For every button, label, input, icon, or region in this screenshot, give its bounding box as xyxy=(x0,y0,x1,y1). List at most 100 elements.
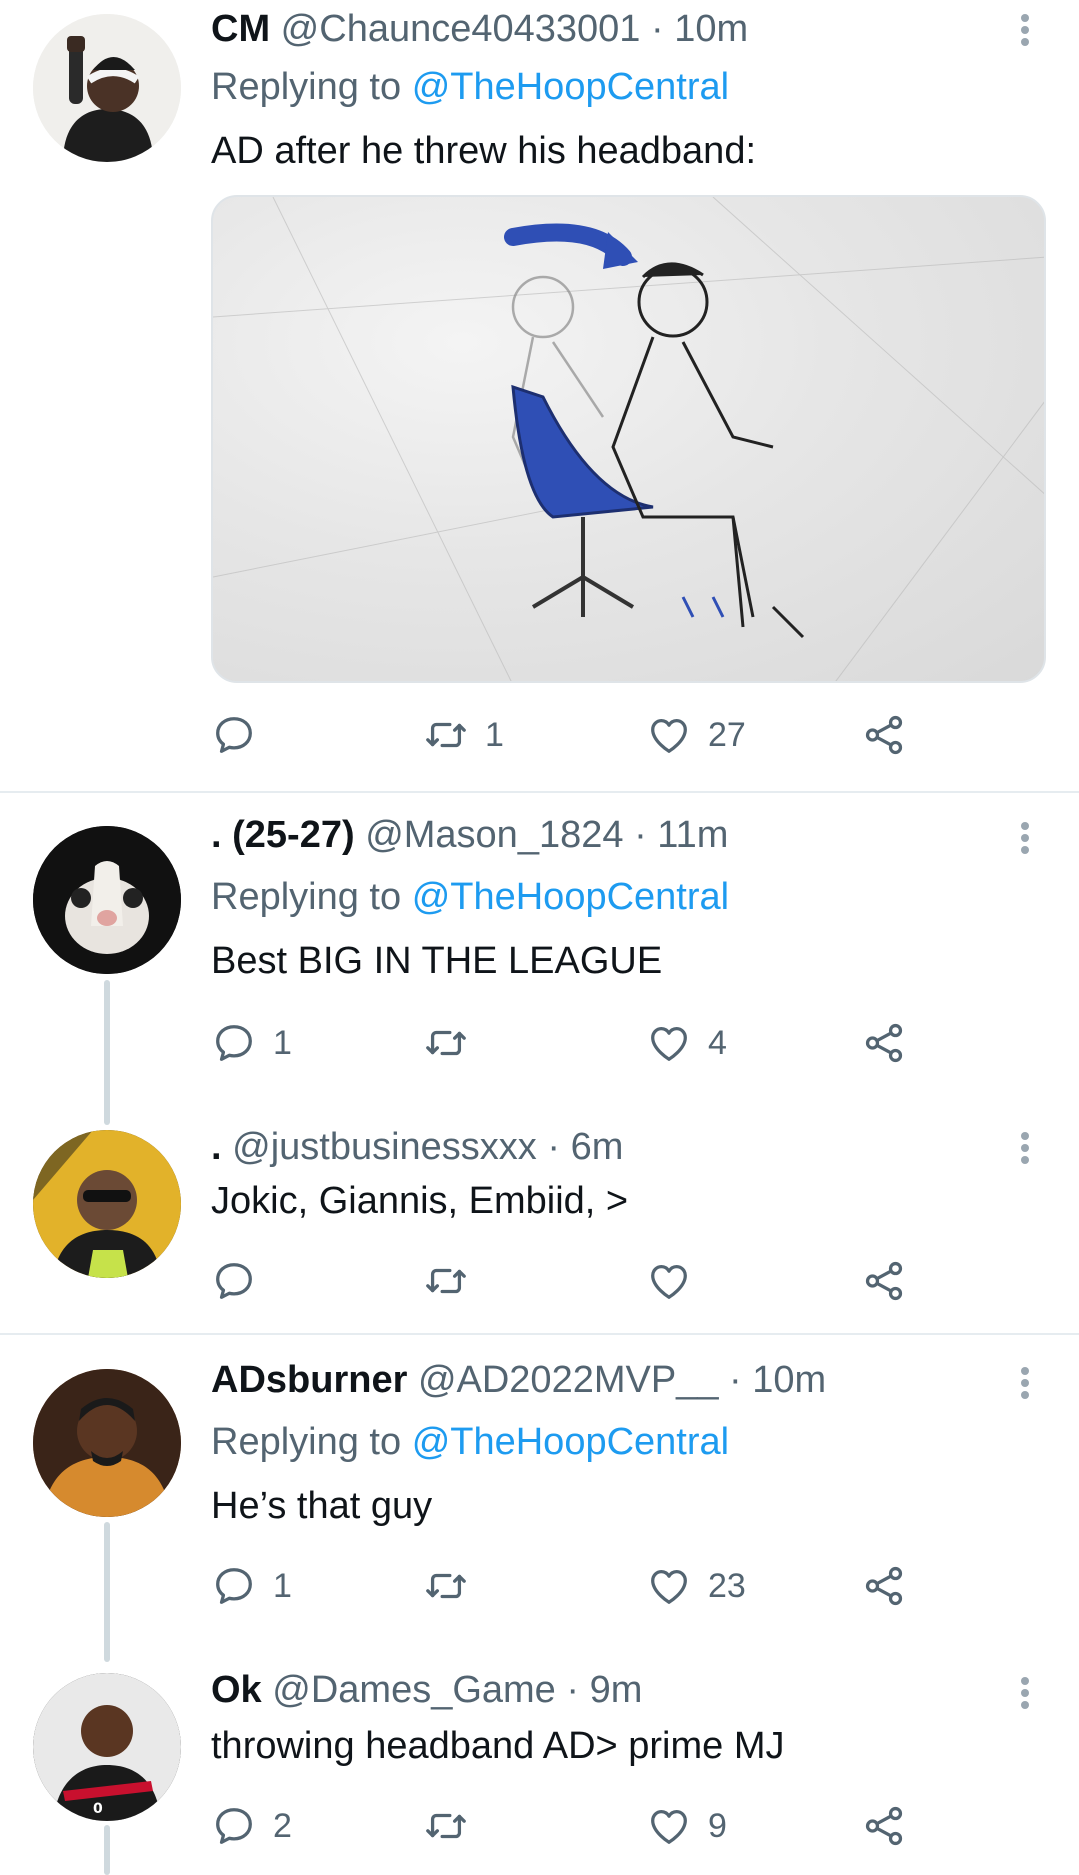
retweet-button[interactable] xyxy=(423,1256,485,1306)
like-icon xyxy=(646,1803,692,1849)
like-count: 4 xyxy=(708,1023,727,1062)
avatar[interactable] xyxy=(33,1369,181,1517)
share-icon xyxy=(861,1803,907,1849)
replying-handle[interactable]: @TheHoopCentral xyxy=(412,1421,729,1463)
retweet-button[interactable] xyxy=(423,1561,485,1611)
like-icon xyxy=(646,1258,692,1304)
reply-icon xyxy=(211,1258,257,1304)
replying-label: Replying to xyxy=(211,1421,402,1463)
reply-button[interactable]: 1 xyxy=(211,1018,292,1068)
separator: · xyxy=(566,1669,580,1711)
tweet-header: CM @Chaunce40433001 · 10m xyxy=(211,6,748,52)
like-count: 9 xyxy=(708,1806,727,1845)
replying-handle[interactable]: @TheHoopCentral xyxy=(412,66,729,108)
like-count: 27 xyxy=(708,715,746,754)
like-button[interactable]: 9 xyxy=(646,1801,727,1851)
reply-button[interactable]: 1 xyxy=(211,1561,292,1611)
more-icon[interactable] xyxy=(1010,10,1040,50)
reply-count: 1 xyxy=(273,1023,292,1062)
reply-icon xyxy=(211,1020,257,1066)
tweet-actions: 1 23 xyxy=(211,1561,931,1611)
timestamp[interactable]: 6m xyxy=(571,1126,624,1168)
like-icon xyxy=(646,1563,692,1609)
replying-label: Replying to xyxy=(211,66,402,108)
more-icon[interactable] xyxy=(1010,1128,1040,1168)
avatar[interactable] xyxy=(33,826,181,974)
reply-button[interactable]: 2 xyxy=(211,1801,292,1851)
like-count: 23 xyxy=(708,1566,746,1605)
tweet-justbusiness[interactable]: . @justbusinessxxx · 6m Jokic, Giannis, … xyxy=(0,1092,1079,1332)
timestamp[interactable]: 11m xyxy=(657,814,728,856)
user-handle[interactable]: @Dames_Game xyxy=(272,1669,556,1711)
display-name[interactable]: Ok xyxy=(211,1669,262,1711)
like-button[interactable] xyxy=(646,1256,708,1306)
reply-button[interactable] xyxy=(211,710,273,760)
retweet-icon xyxy=(423,1803,469,1849)
display-name[interactable]: . (25-27) xyxy=(211,814,355,856)
separator: · xyxy=(634,814,647,856)
user-handle[interactable]: @Chaunce40433001 xyxy=(281,8,641,50)
replying-label: Replying to xyxy=(211,876,402,918)
like-button[interactable]: 23 xyxy=(646,1561,746,1611)
timestamp[interactable]: 10m xyxy=(752,1359,826,1401)
tweet-header: Ok @Dames_Game · 9m xyxy=(211,1667,642,1713)
tweet-text: throwing headband AD> prime MJ xyxy=(211,1725,785,1767)
retweet-icon xyxy=(423,1020,469,1066)
retweet-button[interactable]: 1 xyxy=(423,710,504,760)
share-button[interactable] xyxy=(861,1018,907,1068)
tweet-actions xyxy=(211,1256,931,1306)
avatar[interactable] xyxy=(33,14,181,162)
retweet-count: 1 xyxy=(485,715,504,754)
like-button[interactable]: 27 xyxy=(646,710,746,760)
share-icon xyxy=(861,1020,907,1066)
display-name[interactable]: CM xyxy=(211,8,270,50)
more-icon[interactable] xyxy=(1010,1363,1040,1403)
separator: · xyxy=(729,1359,742,1401)
display-name[interactable]: ADsburner xyxy=(211,1359,407,1401)
replying-to: Replying to @TheHoopCentral xyxy=(211,874,729,920)
share-button[interactable] xyxy=(861,1561,907,1611)
tweet-mason[interactable]: . (25-27) @Mason_1824 · 11m Replying to … xyxy=(0,792,1079,1092)
tweet-text: Best BIG IN THE LEAGUE xyxy=(211,940,663,982)
reply-icon xyxy=(211,1803,257,1849)
user-handle[interactable]: @AD2022MVP__ xyxy=(418,1359,719,1401)
more-icon[interactable] xyxy=(1010,1673,1040,1713)
sketch-illustration xyxy=(213,197,1044,681)
share-button[interactable] xyxy=(861,1256,907,1306)
like-button[interactable]: 4 xyxy=(646,1018,727,1068)
retweet-icon xyxy=(423,1258,469,1304)
tweet-actions: 2 9 xyxy=(211,1801,931,1851)
share-icon xyxy=(861,1563,907,1609)
tweet-text: He’s that guy xyxy=(211,1485,433,1527)
avatar[interactable] xyxy=(33,1130,181,1278)
retweet-button[interactable] xyxy=(423,1801,485,1851)
reply-icon xyxy=(211,1563,257,1609)
tweet-text: Jokic, Giannis, Embiid, > xyxy=(211,1180,629,1222)
tweet-image[interactable] xyxy=(211,195,1046,683)
reply-count: 2 xyxy=(273,1806,292,1845)
separator: · xyxy=(651,8,664,50)
reply-count: 1 xyxy=(273,1566,292,1605)
share-button[interactable] xyxy=(861,710,907,760)
user-handle[interactable]: @justbusinessxxx xyxy=(232,1126,537,1168)
share-icon xyxy=(861,712,907,758)
user-handle[interactable]: @Mason_1824 xyxy=(365,814,623,856)
reply-button[interactable] xyxy=(211,1256,273,1306)
display-name[interactable]: . xyxy=(211,1126,222,1168)
tweet-cm[interactable]: CM @Chaunce40433001 · 10m Replying to @T… xyxy=(0,0,1079,790)
timestamp[interactable]: 9m xyxy=(590,1669,643,1711)
share-button[interactable] xyxy=(861,1801,907,1851)
tweet-header: . @justbusinessxxx · 6m xyxy=(211,1124,623,1170)
replying-to: Replying to @TheHoopCentral xyxy=(211,1419,729,1465)
retweet-icon xyxy=(423,712,469,758)
tweet-text: AD after he threw his headband: xyxy=(211,130,757,172)
more-icon[interactable] xyxy=(1010,818,1040,858)
retweet-button[interactable] xyxy=(423,1018,485,1068)
avatar[interactable]: 0 xyxy=(33,1673,181,1821)
timestamp[interactable]: 10m xyxy=(674,8,748,50)
tweet-actions: 1 4 xyxy=(211,1018,931,1068)
replying-handle[interactable]: @TheHoopCentral xyxy=(412,876,729,918)
tweet-adsburner[interactable]: ADsburner @AD2022MVP__ · 10m Replying to… xyxy=(0,1335,1079,1635)
svg-text:0: 0 xyxy=(93,1801,103,1817)
tweet-dames[interactable]: 0 Ok @Dames_Game · 9m throwing headband … xyxy=(0,1635,1079,1875)
